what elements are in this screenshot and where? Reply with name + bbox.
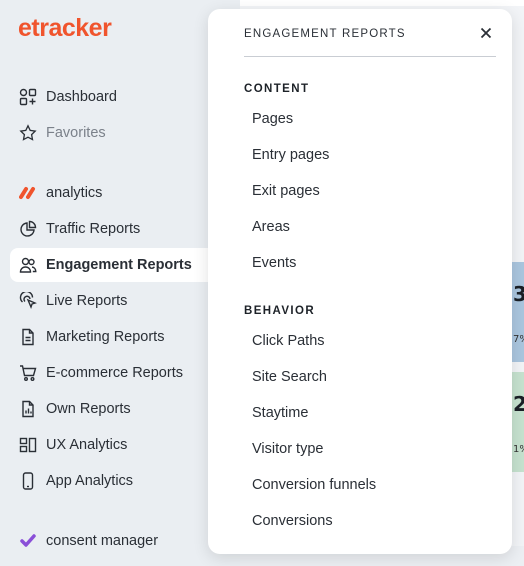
sidebar-item-label: Engagement Reports bbox=[46, 257, 192, 273]
star-icon bbox=[18, 123, 38, 143]
menu-title: ENGAGEMENT REPORTS bbox=[244, 28, 406, 40]
etracker-logo[interactable]: etracker bbox=[18, 14, 112, 43]
mobile-icon bbox=[18, 471, 38, 491]
section-heading-behavior: BEHAVIOR bbox=[244, 305, 316, 317]
sidebar-item-label: UX Analytics bbox=[46, 437, 128, 453]
document-icon bbox=[18, 327, 38, 347]
sidebar-item-ecommerce-reports[interactable]: E-commerce Reports bbox=[10, 356, 210, 390]
sidebar-item-marketing-reports[interactable]: Marketing Reports bbox=[10, 320, 210, 354]
kpi-change: 7% bbox=[513, 334, 524, 345]
users-icon bbox=[18, 255, 38, 275]
ux-analytics-icon bbox=[18, 435, 38, 455]
sidebar-item-label: Live Reports bbox=[46, 293, 128, 309]
kpi-value: 2 bbox=[513, 392, 524, 416]
sidebar-item-app-analytics[interactable]: App Analytics bbox=[10, 464, 210, 498]
consent-manager-logo-icon bbox=[18, 531, 38, 551]
sidebar: etracker Dashboard Favorites analytics T… bbox=[0, 0, 240, 566]
cart-icon bbox=[18, 363, 38, 383]
sidebar-item-consent-manager[interactable]: consent manager bbox=[10, 524, 210, 558]
section-heading-content: CONTENT bbox=[244, 83, 310, 95]
sidebar-item-label: Dashboard bbox=[46, 89, 117, 105]
engagement-reports-menu: ENGAGEMENT REPORTS CONTENT Pages Entry p… bbox=[208, 9, 512, 554]
sidebar-item-engagement-reports[interactable]: Engagement Reports bbox=[10, 248, 220, 282]
document-chart-icon bbox=[18, 399, 38, 419]
menu-item-conversions[interactable]: Conversions bbox=[244, 506, 494, 536]
sidebar-item-dashboard[interactable]: Dashboard bbox=[10, 80, 210, 114]
analytics-logo-icon bbox=[18, 183, 38, 203]
divider bbox=[244, 56, 496, 57]
kpi-card-blue bbox=[510, 262, 524, 362]
menu-item-exit-pages[interactable]: Exit pages bbox=[244, 176, 494, 206]
sidebar-item-ux-analytics[interactable]: UX Analytics bbox=[10, 428, 210, 462]
sidebar-item-label: analytics bbox=[46, 185, 103, 201]
menu-item-click-paths[interactable]: Click Paths bbox=[244, 326, 494, 356]
dashboard-grid-icon bbox=[18, 87, 38, 107]
kpi-card-green bbox=[510, 372, 524, 472]
sidebar-item-label: Own Reports bbox=[46, 401, 131, 417]
kpi-change: 1% bbox=[513, 444, 524, 455]
sidebar-item-label: App Analytics bbox=[46, 473, 134, 489]
sidebar-item-label: Favorites bbox=[46, 125, 106, 141]
sidebar-item-own-reports[interactable]: Own Reports bbox=[10, 392, 210, 426]
pie-chart-icon bbox=[18, 219, 38, 239]
menu-item-visitor-type[interactable]: Visitor type bbox=[244, 434, 494, 464]
close-icon bbox=[480, 24, 492, 43]
sidebar-item-label: Marketing Reports bbox=[46, 329, 165, 345]
sidebar-item-label: Traffic Reports bbox=[46, 221, 141, 237]
pointer-click-icon bbox=[18, 291, 38, 311]
menu-item-events[interactable]: Events bbox=[244, 248, 494, 278]
sidebar-item-traffic-reports[interactable]: Traffic Reports bbox=[10, 212, 210, 246]
menu-item-entry-pages[interactable]: Entry pages bbox=[244, 140, 494, 170]
sidebar-item-analytics[interactable]: analytics bbox=[10, 176, 210, 210]
sidebar-item-label: E-commerce Reports bbox=[46, 365, 183, 381]
menu-item-pages[interactable]: Pages bbox=[244, 104, 494, 134]
menu-item-conversion-funnels[interactable]: Conversion funnels bbox=[244, 470, 494, 500]
sidebar-item-live-reports[interactable]: Live Reports bbox=[10, 284, 210, 318]
close-button[interactable] bbox=[476, 23, 496, 43]
sidebar-item-label: consent manager bbox=[46, 533, 159, 549]
sidebar-item-favorites[interactable]: Favorites bbox=[10, 116, 210, 150]
menu-item-staytime[interactable]: Staytime bbox=[244, 398, 494, 428]
menu-item-site-search[interactable]: Site Search bbox=[244, 362, 494, 392]
menu-item-areas[interactable]: Areas bbox=[244, 212, 494, 242]
kpi-value: 3 bbox=[513, 282, 524, 306]
